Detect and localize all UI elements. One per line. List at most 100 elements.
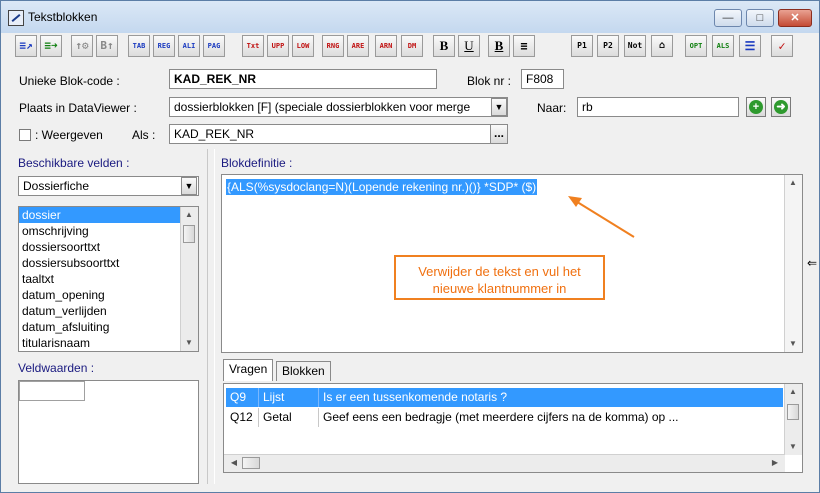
pag-button[interactable]: PAG xyxy=(203,35,225,57)
weergeven-checkbox[interactable] xyxy=(19,129,31,141)
veldwaarden-label: Veldwaarden : xyxy=(18,361,95,375)
scroll-left-icon[interactable]: ◀ xyxy=(226,455,242,471)
arn-button[interactable]: ARN xyxy=(375,35,397,57)
splitter[interactable] xyxy=(207,149,215,484)
list-item[interactable]: taaltxt xyxy=(19,271,198,287)
question-text: Is er een tussenkomende notaris ? xyxy=(319,388,783,407)
tab-vragen[interactable]: Vragen xyxy=(223,359,274,381)
app-icon xyxy=(8,10,24,26)
questions-grid[interactable]: Q9 Lijst Is er een tussenkomende notaris… xyxy=(223,383,803,473)
txt-button[interactable]: Txt xyxy=(242,35,264,57)
blok-code-input[interactable]: KAD_REK_NR xyxy=(169,69,437,89)
list-item[interactable]: datum_verlijden xyxy=(19,303,198,319)
minimize-button[interactable]: — xyxy=(714,9,742,27)
tekstblokken-window: Tekstblokken — □ ✕ ≡↗ ≡➜ ↑⚙ B↑ TAB REG A… xyxy=(0,0,820,493)
list-item[interactable]: datum_opening xyxy=(19,287,198,303)
plaats-select[interactable]: dossierblokken [F] (speciale dossierblok… xyxy=(169,97,508,117)
table-row[interactable]: Q9 Lijst Is er een tussenkomende notaris… xyxy=(224,388,802,407)
are-button[interactable]: ARE xyxy=(347,35,369,57)
bookmark-icon[interactable]: B↑ xyxy=(96,35,118,57)
scroll-down-icon[interactable]: ▼ xyxy=(785,336,801,352)
chevron-down-icon[interactable]: ▼ xyxy=(491,98,507,116)
checklist-icon[interactable]: ✓ xyxy=(771,35,793,57)
scroll-thumb[interactable] xyxy=(183,225,195,243)
naar-label: Naar: xyxy=(537,101,567,115)
question-id: Q9 xyxy=(226,388,259,407)
p2-button[interactable]: P2 xyxy=(597,35,619,57)
add-button[interactable]: + xyxy=(746,97,766,117)
rng-button[interactable]: RNG xyxy=(322,35,344,57)
blokdefinitie-editor[interactable]: {ALS(%sysdoclang=N)(Lopende rekening nr.… xyxy=(221,174,803,353)
blok-nr-label: Blok nr : xyxy=(467,74,512,88)
veldwaarden-list[interactable] xyxy=(18,380,199,484)
export-arrow-icon[interactable]: ≡➜ xyxy=(40,35,62,57)
blok-code-label: Unieke Blok-code : xyxy=(19,74,120,88)
editor-scrollbar[interactable]: ▲ ▼ xyxy=(784,175,802,352)
window-title: Tekstblokken xyxy=(28,10,98,24)
als-label: Als : xyxy=(132,128,156,142)
move-up-icon[interactable]: ↑⚙ xyxy=(71,35,93,57)
bold-button[interactable]: B xyxy=(433,35,455,57)
grid-hscrollbar[interactable]: ◀ ▶ xyxy=(224,454,785,472)
dm-button[interactable]: DM xyxy=(401,35,423,57)
reg-button[interactable]: REG xyxy=(153,35,175,57)
resize-arrow-icon[interactable]: ⇐ xyxy=(807,256,817,270)
bold-underline-button[interactable]: B xyxy=(488,35,510,57)
scroll-down-icon[interactable]: ▼ xyxy=(181,335,197,351)
align-justify-icon[interactable]: ≡ xyxy=(513,35,535,57)
scroll-up-icon[interactable]: ▲ xyxy=(785,384,801,400)
plaats-select-value: dossierblokken [F] (speciale dossierblok… xyxy=(174,100,471,114)
low-button[interactable]: LOW xyxy=(292,35,314,57)
list-item[interactable]: dossier xyxy=(19,207,198,223)
fields-list[interactable]: dossier omschrijving dossiersoorttxt dos… xyxy=(18,206,199,352)
velden-select-value: Dossierfiche xyxy=(23,179,90,193)
scroll-thumb[interactable] xyxy=(787,404,799,420)
close-button[interactable]: ✕ xyxy=(778,9,812,27)
tab-button[interactable]: TAB xyxy=(128,35,150,57)
scroll-up-icon[interactable]: ▲ xyxy=(785,175,801,191)
home-icon[interactable]: ⌂ xyxy=(651,35,673,57)
question-id: Q12 xyxy=(226,408,259,427)
ali-button[interactable]: ALI xyxy=(178,35,200,57)
list-item[interactable]: omschrijving xyxy=(19,223,198,239)
velden-select[interactable]: Dossierfiche xyxy=(18,176,199,196)
go-button[interactable]: ➜ xyxy=(771,97,791,117)
maximize-button[interactable]: □ xyxy=(746,9,774,27)
scroll-down-icon[interactable]: ▼ xyxy=(785,439,801,455)
scroll-thumb[interactable] xyxy=(242,457,260,469)
upp-button[interactable]: UPP xyxy=(267,35,289,57)
chevron-down-icon[interactable]: ▼ xyxy=(181,177,197,195)
scroll-right-icon[interactable]: ▶ xyxy=(767,455,783,471)
insert-block-icon[interactable]: ≡↗ xyxy=(15,35,37,57)
naar-input[interactable]: rb xyxy=(577,97,739,117)
blok-nr-input[interactable]: F808 xyxy=(521,69,564,89)
definition-text[interactable]: {ALS(%sysdoclang=N)(Lopende rekening nr.… xyxy=(226,179,538,195)
veldwaarden-input[interactable] xyxy=(19,381,85,401)
velden-label: Beschikbare velden : xyxy=(18,156,130,170)
table-row[interactable]: Q12 Getal Geef eens een bedragje (met me… xyxy=(224,408,802,427)
annotation-callout: Verwijder de tekst en vul het nieuwe kla… xyxy=(394,255,605,300)
question-type: Getal xyxy=(259,408,319,427)
list-item[interactable]: titularisnaam xyxy=(19,335,198,351)
plus-icon: + xyxy=(749,100,763,114)
browse-button[interactable]: ... xyxy=(490,124,508,144)
title-bar: Tekstblokken — □ ✕ xyxy=(1,1,819,33)
not-button[interactable]: Not xyxy=(624,35,646,57)
question-type: Lijst xyxy=(259,388,319,407)
question-text: Geef eens een bedragje (met meerdere cij… xyxy=(323,410,679,424)
opt-button[interactable]: OPT xyxy=(685,35,707,57)
als-input[interactable]: KAD_REK_NR xyxy=(169,124,491,144)
scroll-up-icon[interactable]: ▲ xyxy=(181,207,197,223)
tab-blokken[interactable]: Blokken xyxy=(276,361,331,381)
list-item[interactable]: dossiersoorttxt xyxy=(19,239,198,255)
weergeven-label: : Weergeven xyxy=(35,128,103,142)
als-button[interactable]: ALS xyxy=(712,35,734,57)
grid-vscrollbar[interactable]: ▲ ▼ xyxy=(784,384,802,455)
p1-button[interactable]: P1 xyxy=(571,35,593,57)
list-item[interactable]: datum_afsluiting xyxy=(19,319,198,335)
list-icon[interactable]: ☰ xyxy=(739,35,761,57)
callout-arrow xyxy=(568,196,635,238)
underline-button[interactable]: U xyxy=(458,35,480,57)
list-item[interactable]: dossiersubsoorttxt xyxy=(19,255,198,271)
fields-scrollbar[interactable]: ▲ ▼ xyxy=(180,207,198,351)
